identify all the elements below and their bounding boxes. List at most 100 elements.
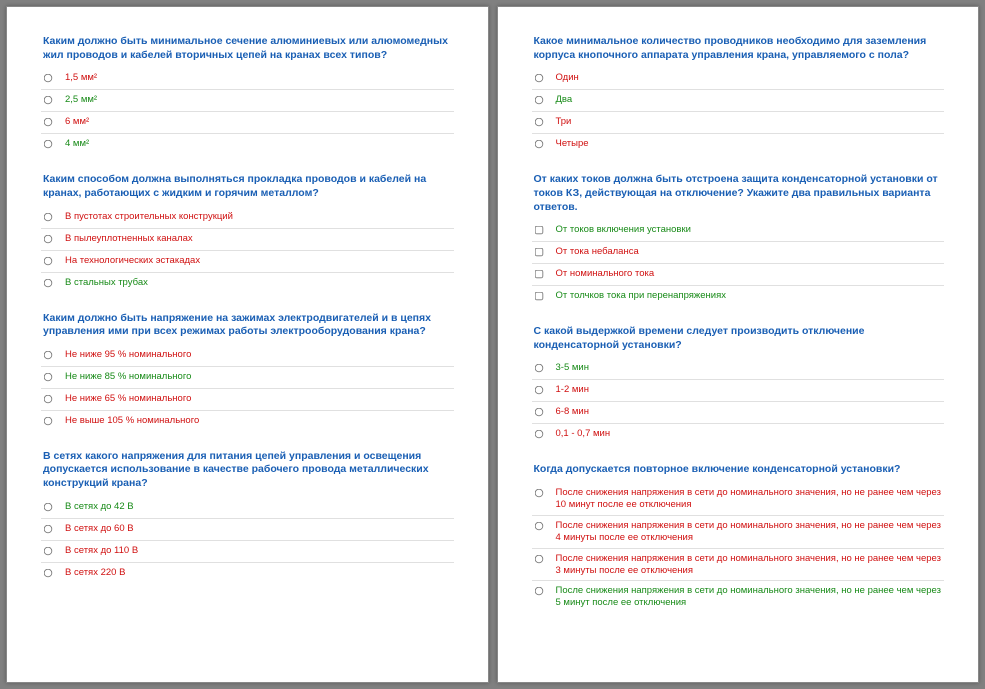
answer-radio-wrap xyxy=(534,138,556,149)
document-workspace: Каким должно быть минимальное сечение ал… xyxy=(0,0,985,689)
answer-radio-wrap xyxy=(534,116,556,127)
question-block: С какой выдержкой времени следует произв… xyxy=(532,325,945,445)
answer-radio[interactable] xyxy=(44,278,53,287)
answer-text: В сетях до 60 В xyxy=(65,523,134,535)
answer-row: Не ниже 65 % номинального xyxy=(41,389,454,411)
answer-radio-wrap xyxy=(43,371,65,382)
answer-radio-wrap xyxy=(43,501,65,512)
question-block: Когда допускается повторное включение ко… xyxy=(532,463,945,613)
answer-text: В сетях до 42 В xyxy=(65,501,134,513)
answer-row: От токов включения установки xyxy=(532,220,945,242)
answer-radio[interactable] xyxy=(534,140,543,149)
answer-radio[interactable] xyxy=(534,364,543,373)
answer-radio[interactable] xyxy=(44,140,53,149)
answer-radio-wrap xyxy=(43,277,65,288)
answer-checkbox[interactable] xyxy=(534,226,543,235)
answer-radio[interactable] xyxy=(44,373,53,382)
answer-radio-wrap xyxy=(534,362,556,373)
question-block: В сетях какого напряжения для питания це… xyxy=(41,450,454,584)
answer-radio-wrap xyxy=(43,72,65,83)
question-text: Какое минимальное количество проводников… xyxy=(532,35,945,68)
answer-radio-wrap xyxy=(43,211,65,222)
answer-text: В стальных трубах xyxy=(65,277,148,289)
answer-checkbox[interactable] xyxy=(534,248,543,257)
question-text: Каким должно быть минимальное сечение ал… xyxy=(41,35,454,68)
answer-row: В сетях до 42 В xyxy=(41,497,454,519)
answer-text: В сетях 220 В xyxy=(65,567,125,579)
answer-text: Не ниже 65 % номинального xyxy=(65,393,191,405)
answer-text: 6-8 мин xyxy=(556,406,589,418)
answer-text: Один xyxy=(556,72,579,84)
answer-radio-wrap xyxy=(534,553,556,564)
answer-radio[interactable] xyxy=(44,118,53,127)
answer-radio[interactable] xyxy=(534,587,543,596)
answer-radio-wrap xyxy=(43,567,65,578)
answer-row: 2,5 мм² xyxy=(41,90,454,112)
answer-radio[interactable] xyxy=(44,96,53,105)
answer-radio-wrap xyxy=(43,415,65,426)
answer-checkbox-wrap xyxy=(534,268,556,279)
answer-radio-wrap xyxy=(534,487,556,498)
answer-radio[interactable] xyxy=(534,408,543,417)
answer-radio[interactable] xyxy=(534,430,543,439)
answer-radio[interactable] xyxy=(44,256,53,265)
answer-radio-wrap xyxy=(43,393,65,404)
answer-text: В пустотах строительных конструкций xyxy=(65,211,233,223)
answer-radio[interactable] xyxy=(44,395,53,404)
answer-radio-wrap xyxy=(534,94,556,105)
answer-text: После снижения напряжения в сети до номи… xyxy=(556,553,943,577)
answer-radio-wrap xyxy=(43,523,65,534)
answer-text: После снижения напряжения в сети до номи… xyxy=(556,585,943,609)
answer-radio[interactable] xyxy=(534,118,543,127)
answer-radio-wrap xyxy=(534,72,556,83)
answer-row: Два xyxy=(532,90,945,112)
answer-text: От толчков тока при перенапряжениях xyxy=(556,290,726,302)
answer-radio[interactable] xyxy=(534,489,543,498)
question-text: От каких токов должна быть отстроена защ… xyxy=(532,173,945,220)
answer-radio[interactable] xyxy=(44,212,53,221)
answer-text: От номинального тока xyxy=(556,268,655,280)
answer-row: 1,5 мм² xyxy=(41,68,454,90)
answer-radio[interactable] xyxy=(534,386,543,395)
answer-text: 2,5 мм² xyxy=(65,94,97,106)
answer-radio[interactable] xyxy=(44,569,53,578)
answer-radio[interactable] xyxy=(44,351,53,360)
answer-radio-wrap xyxy=(534,585,556,596)
answer-radio[interactable] xyxy=(44,234,53,243)
answer-row: На технологических эстакадах xyxy=(41,251,454,273)
answer-radio[interactable] xyxy=(44,503,53,512)
question-text: Каким должно быть напряжение на зажимах … xyxy=(41,312,454,345)
answer-radio[interactable] xyxy=(534,96,543,105)
answer-radio[interactable] xyxy=(44,417,53,426)
question-block: Каким должно быть напряжение на зажимах … xyxy=(41,312,454,432)
question-block: От каких токов должна быть отстроена защ… xyxy=(532,173,945,307)
answer-radio[interactable] xyxy=(534,74,543,83)
answer-text: 3-5 мин xyxy=(556,362,589,374)
answer-row: От толчков тока при перенапряжениях xyxy=(532,286,945,307)
answer-row: 6-8 мин xyxy=(532,402,945,424)
answer-radio[interactable] xyxy=(534,522,543,531)
answer-radio[interactable] xyxy=(44,547,53,556)
question-text: Когда допускается повторное включение ко… xyxy=(532,463,945,483)
question-text: Каким способом должна выполняться прокла… xyxy=(41,173,454,206)
answer-radio-wrap xyxy=(43,94,65,105)
answer-radio[interactable] xyxy=(44,525,53,534)
answer-row: В стальных трубах xyxy=(41,273,454,294)
answer-text: Не выше 105 % номинального xyxy=(65,415,199,427)
answer-radio[interactable] xyxy=(44,74,53,83)
answer-checkbox[interactable] xyxy=(534,292,543,301)
answer-row: В сетях до 60 В xyxy=(41,519,454,541)
answer-text: В пылеуплотненных каналах xyxy=(65,233,193,245)
answer-text: 0,1 - 0,7 мин xyxy=(556,428,611,440)
answer-radio-wrap xyxy=(43,349,65,360)
answer-checkbox-wrap xyxy=(534,290,556,301)
answer-row: В пылеуплотненных каналах xyxy=(41,229,454,251)
answer-row: После снижения напряжения в сети до номи… xyxy=(532,483,945,516)
answer-text: После снижения напряжения в сети до номи… xyxy=(556,520,943,544)
answer-checkbox[interactable] xyxy=(534,270,543,279)
answer-text: Три xyxy=(556,116,572,128)
answer-text: От тока небаланса xyxy=(556,246,639,258)
answer-text: Не ниже 85 % номинального xyxy=(65,371,191,383)
answer-text: Два xyxy=(556,94,573,106)
answer-radio[interactable] xyxy=(534,554,543,563)
